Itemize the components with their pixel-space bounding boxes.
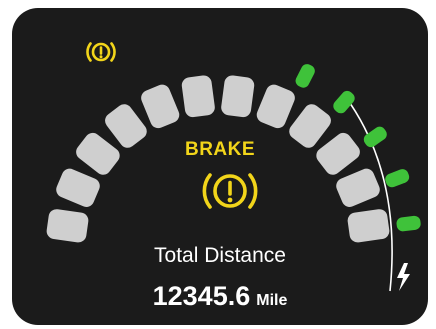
brake-warning-icon xyxy=(202,173,258,209)
charge-gauge-segment xyxy=(295,64,315,88)
speed-gauge-segment xyxy=(336,168,380,207)
charge-gauge-segment xyxy=(333,90,355,114)
speed-gauge-segment xyxy=(221,75,255,118)
parking-brake-warning-icon xyxy=(86,42,116,62)
speed-gauge-segment xyxy=(347,209,390,243)
brake-warning-label: BRAKE xyxy=(184,139,256,160)
odometer-title: Total Distance xyxy=(154,244,286,267)
speed-gauge-segment xyxy=(56,168,100,207)
charge-gauge-segment xyxy=(396,215,421,232)
gauge-graphics xyxy=(46,42,421,292)
speed-gauge-segment xyxy=(181,75,215,118)
charge-gauge-segment xyxy=(385,169,410,188)
speed-gauge-segment xyxy=(46,209,89,243)
instrument-cluster-display: BRAKE Total Distance 12345.6 Mile xyxy=(12,8,428,325)
speed-gauge-segment xyxy=(141,84,180,129)
odometer-readout: 12345.6 Mile xyxy=(12,281,428,312)
odometer-value: 12345.6 xyxy=(152,281,251,311)
speed-gauge-segment xyxy=(256,84,295,129)
odometer-unit: Mile xyxy=(256,292,288,309)
